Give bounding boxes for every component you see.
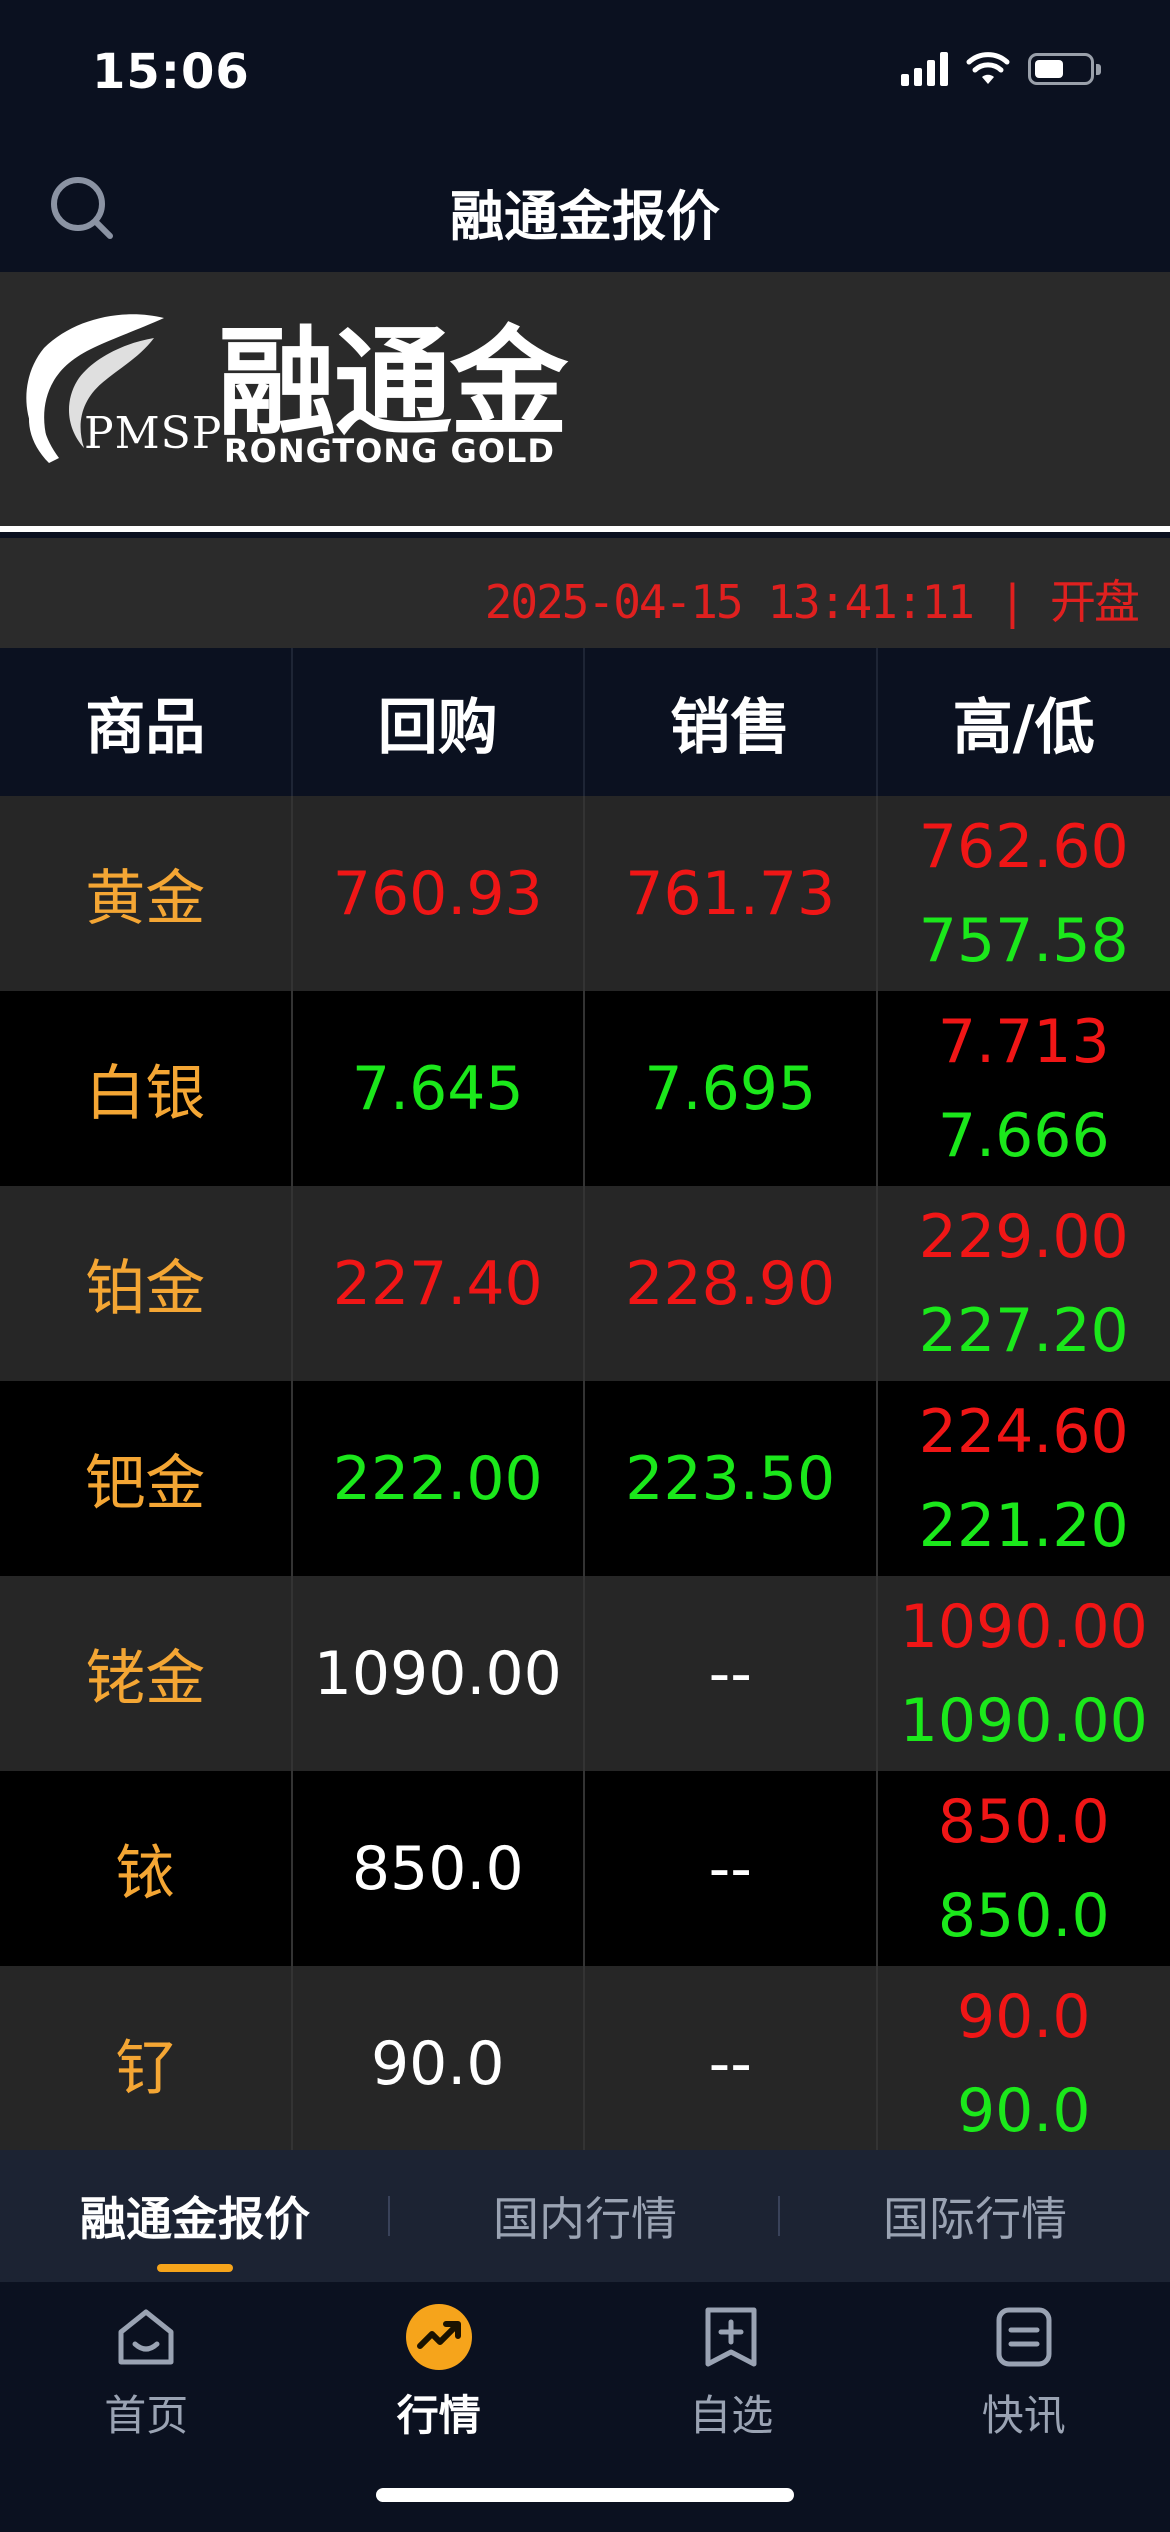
tab-label: 行情 bbox=[396, 2391, 481, 2440]
logo-english-name: RONGTONG GOLD bbox=[224, 432, 555, 470]
update-time-strip: 2025-04-15 13:41:11 | 开盘 bbox=[0, 538, 1170, 648]
tab-label: 国际行情 bbox=[883, 2192, 1067, 2246]
buyback-price: 222.00 bbox=[293, 1381, 585, 1576]
low-price: 7.666 bbox=[937, 1100, 1110, 1171]
commodity-name: 钯金 bbox=[0, 1381, 293, 1576]
low-price: 90.0 bbox=[956, 2075, 1091, 2146]
brand-banner: PMSP 融通金 RONGTONG GOLD bbox=[0, 272, 1170, 532]
high-price: 7.713 bbox=[937, 1006, 1110, 1077]
add-watchlist-icon bbox=[705, 2307, 757, 2367]
low-price: 227.20 bbox=[918, 1295, 1129, 1366]
commodity-name: 白银 bbox=[0, 991, 293, 1186]
battery-icon bbox=[1028, 53, 1101, 85]
sell-price: 7.695 bbox=[585, 991, 878, 1186]
home-indicator[interactable] bbox=[376, 2488, 794, 2502]
high-low-cell: 762.60 757.58 bbox=[878, 796, 1170, 991]
news-icon bbox=[996, 2307, 1052, 2367]
header-commodity: 商品 bbox=[0, 648, 293, 796]
table-row[interactable]: 铱 850.0 -- 850.0 850.0 bbox=[0, 1771, 1170, 1966]
low-price: 1090.00 bbox=[899, 1685, 1148, 1756]
high-price: 850.0 bbox=[937, 1786, 1110, 1857]
nav-header: 融通金报价 bbox=[0, 140, 1170, 272]
high-low-cell: 90.0 90.0 bbox=[878, 1966, 1170, 2161]
tab-label: 国内行情 bbox=[493, 2192, 677, 2246]
sell-price: 228.90 bbox=[585, 1186, 878, 1381]
sell-price: 761.73 bbox=[585, 796, 878, 991]
tab-label: 首页 bbox=[104, 2391, 189, 2440]
table-header: 商品 回购 销售 高/低 bbox=[0, 648, 1170, 796]
buyback-price: 90.0 bbox=[293, 1966, 585, 2161]
buyback-price: 850.0 bbox=[293, 1771, 585, 1966]
sell-price: 223.50 bbox=[585, 1381, 878, 1576]
commodity-name: 铂金 bbox=[0, 1186, 293, 1381]
high-low-cell: 229.00 227.20 bbox=[878, 1186, 1170, 1381]
high-price: 229.00 bbox=[918, 1201, 1129, 1272]
status-bar: 15:06 bbox=[0, 0, 1170, 140]
header-sell: 销售 bbox=[585, 648, 878, 796]
home-icon bbox=[118, 2309, 174, 2365]
wifi-icon bbox=[966, 52, 1010, 84]
sell-price: -- bbox=[585, 1576, 878, 1771]
low-price: 850.0 bbox=[937, 1880, 1110, 1951]
header-buyback: 回购 bbox=[293, 648, 585, 796]
quote-table: 商品 回购 销售 高/低 黄金 760.93 761.73 762.60 757… bbox=[0, 648, 1170, 2161]
table-row[interactable]: 钌 90.0 -- 90.0 90.0 bbox=[0, 1966, 1170, 2161]
table-row[interactable]: 白银 7.645 7.695 7.713 7.666 bbox=[0, 991, 1170, 1186]
buyback-price: 7.645 bbox=[293, 991, 585, 1186]
status-time: 15:06 bbox=[92, 44, 250, 100]
high-price: 90.0 bbox=[956, 1981, 1091, 2052]
low-price: 757.58 bbox=[918, 905, 1129, 976]
quote-sub-tabs: 融通金报价 国内行情 国际行情 bbox=[0, 2150, 1170, 2282]
high-low-cell: 7.713 7.666 bbox=[878, 991, 1170, 1186]
high-low-cell: 850.0 850.0 bbox=[878, 1771, 1170, 1966]
active-tab-indicator bbox=[157, 2264, 233, 2272]
header-high-low: 高/低 bbox=[952, 692, 1095, 763]
low-price: 221.20 bbox=[918, 1490, 1129, 1561]
table-row[interactable]: 铂金 227.40 228.90 229.00 227.20 bbox=[0, 1186, 1170, 1381]
status-icons bbox=[901, 52, 1101, 86]
table-row[interactable]: 黄金 760.93 761.73 762.60 757.58 bbox=[0, 796, 1170, 991]
commodity-name: 钌 bbox=[0, 1966, 293, 2161]
cellular-signal-icon bbox=[901, 52, 948, 86]
tab-label: 快讯 bbox=[981, 2391, 1066, 2440]
market-trend-icon bbox=[405, 2304, 472, 2370]
commodity-name: 黄金 bbox=[0, 796, 293, 991]
table-row[interactable]: 铑金 1090.00 -- 1090.00 1090.00 bbox=[0, 1576, 1170, 1771]
high-price: 1090.00 bbox=[899, 1591, 1148, 1662]
commodity-name: 铱 bbox=[0, 1771, 293, 1966]
buyback-price: 1090.00 bbox=[293, 1576, 585, 1771]
tab-home[interactable]: 首页 bbox=[0, 2282, 293, 2532]
high-price: 224.60 bbox=[918, 1396, 1129, 1467]
tab-domestic-market[interactable]: 国内行情 bbox=[390, 2150, 780, 2282]
tab-rongtong-quotes[interactable]: 融通金报价 bbox=[0, 2150, 390, 2282]
sell-price: -- bbox=[585, 1966, 878, 2161]
high-low-cell: 224.60 221.20 bbox=[878, 1381, 1170, 1576]
sell-price: -- bbox=[585, 1771, 878, 1966]
logo-abbreviation: PMSP bbox=[84, 408, 223, 459]
update-timestamp: 2025-04-15 13:41:11 | 开盘 bbox=[484, 575, 1140, 629]
tab-international-market[interactable]: 国际行情 bbox=[780, 2150, 1170, 2282]
high-price: 762.60 bbox=[918, 811, 1129, 882]
buyback-price: 760.93 bbox=[293, 796, 585, 991]
buyback-price: 227.40 bbox=[293, 1186, 585, 1381]
tab-label: 融通金报价 bbox=[80, 2192, 310, 2246]
high-low-cell: 1090.00 1090.00 bbox=[878, 1576, 1170, 1771]
tab-label: 自选 bbox=[689, 2391, 774, 2440]
commodity-name: 铑金 bbox=[0, 1576, 293, 1771]
page-title: 融通金报价 bbox=[450, 185, 720, 248]
logo-chinese-name: 融通金 bbox=[218, 314, 568, 452]
tab-news[interactable]: 快讯 bbox=[878, 2282, 1170, 2532]
table-row[interactable]: 钯金 222.00 223.50 224.60 221.20 bbox=[0, 1381, 1170, 1576]
